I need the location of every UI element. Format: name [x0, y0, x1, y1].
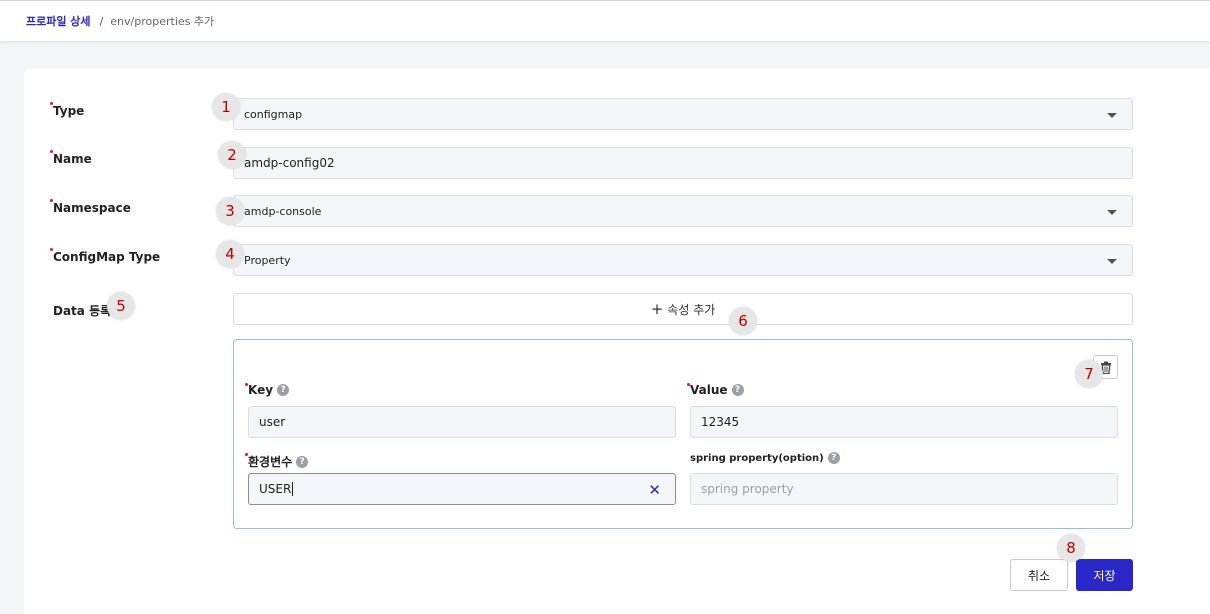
value-label: Value ? [690, 383, 744, 397]
env-var-input-value: USER [259, 482, 292, 496]
add-attribute-label: 속성 추가 [667, 302, 716, 317]
step-marker: 8 [1057, 534, 1085, 562]
add-attribute-button[interactable]: + 속성 추가 [233, 293, 1133, 325]
help-icon[interactable]: ? [731, 384, 744, 396]
top-bar: 프로파일 상세 / env/properties 추가 [0, 0, 1210, 41]
env-var-label: 환경변수 ? [248, 453, 309, 470]
save-button[interactable]: 저장 [1076, 559, 1133, 591]
chevron-down-icon [1107, 210, 1117, 215]
cancel-button[interactable]: 취소 [1010, 559, 1068, 591]
value-input-value: 12345 [701, 415, 740, 429]
spring-property-label: spring property(option) ? [690, 452, 840, 464]
step-marker: 5 [107, 292, 135, 320]
spring-property-input[interactable]: spring property [690, 473, 1118, 505]
help-icon[interactable]: ? [277, 384, 290, 396]
breadcrumb: 프로파일 상세 / env/properties 추가 [26, 13, 214, 29]
key-label-text: Key [248, 383, 274, 397]
step-marker: 2 [218, 141, 246, 169]
value-input[interactable]: 12345 [690, 406, 1118, 438]
breadcrumb-separator: / [99, 14, 104, 28]
clear-icon[interactable]: ✕ [648, 481, 661, 499]
data-register-label: Data 등록 [53, 304, 112, 318]
configmap-type-select[interactable]: Property [233, 244, 1133, 276]
name-input-value: amdp-config02 [244, 156, 335, 170]
step-marker: 4 [216, 240, 244, 268]
key-input-value: user [259, 415, 286, 429]
step-marker: 7 [1075, 360, 1103, 388]
type-label: Type [53, 104, 85, 118]
help-icon[interactable]: ? [827, 452, 840, 464]
step-marker: 1 [212, 93, 240, 121]
key-input[interactable]: user [248, 406, 676, 438]
chevron-down-icon [1107, 113, 1117, 118]
env-var-input[interactable]: USER ✕ [248, 473, 676, 505]
name-label: Name [53, 152, 92, 166]
step-marker: 3 [216, 197, 244, 225]
chevron-down-icon [1107, 259, 1117, 264]
spring-property-placeholder: spring property [701, 482, 794, 496]
configmap-type-select-value: Property [244, 253, 291, 267]
spring-property-label-text: spring property(option) [690, 452, 824, 464]
name-input[interactable]: amdp-config02 [233, 147, 1133, 179]
namespace-select-value: amdp-console [244, 204, 322, 218]
breadcrumb-profile-detail-link[interactable]: 프로파일 상세 [26, 13, 91, 29]
key-label: Key ? [248, 383, 290, 397]
env-var-label-text: 환경변수 [248, 455, 293, 469]
plus-icon: + [650, 300, 664, 318]
text-cursor [292, 482, 294, 496]
namespace-label: Namespace [53, 201, 131, 215]
breadcrumb-current: env/properties 추가 [110, 15, 215, 28]
help-icon[interactable]: ? [296, 455, 309, 468]
type-select[interactable]: configmap [233, 98, 1133, 130]
namespace-select[interactable]: amdp-console [233, 195, 1133, 227]
type-select-value: configmap [244, 107, 303, 121]
configmap-type-label: ConfigMap Type [53, 250, 161, 264]
step-marker: 6 [729, 307, 757, 335]
value-label-text: Value [690, 383, 728, 397]
